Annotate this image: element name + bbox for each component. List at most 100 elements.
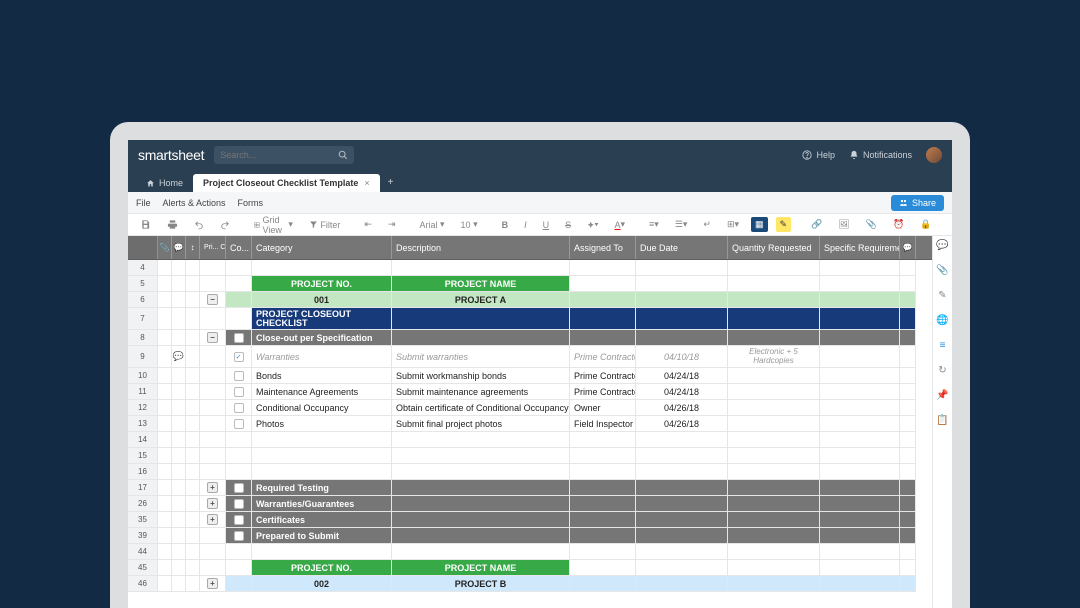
- project-name-value[interactable]: PROJECT A: [392, 292, 570, 308]
- cell-category[interactable]: Photos: [252, 416, 392, 432]
- rail-update-icon[interactable]: ↻: [938, 365, 946, 376]
- italic-icon[interactable]: I: [520, 218, 531, 232]
- cell-desc[interactable]: Submit maintenance agreements: [392, 384, 570, 400]
- project-no-value[interactable]: 001: [252, 292, 392, 308]
- checkbox[interactable]: [234, 515, 244, 525]
- rownum[interactable]: 10: [128, 368, 158, 384]
- checkbox[interactable]: [234, 403, 244, 413]
- rail-comment-icon[interactable]: 💬: [936, 240, 948, 251]
- table-row[interactable]: 39 Prepared to Submit: [128, 528, 932, 544]
- cell-assn[interactable]: Prime Contractor: [570, 346, 636, 368]
- tab-home[interactable]: Home: [136, 174, 193, 192]
- rownum[interactable]: 12: [128, 400, 158, 416]
- cell-desc[interactable]: Submit final project photos: [392, 416, 570, 432]
- checkbox[interactable]: ✓: [234, 352, 244, 362]
- rownum[interactable]: 7: [128, 308, 158, 330]
- help-link[interactable]: Help: [802, 150, 835, 160]
- image-icon[interactable]: 🖼: [834, 217, 853, 232]
- cell-due[interactable]: 04/10/18: [636, 346, 728, 368]
- project-name-value[interactable]: PROJECT B: [392, 576, 570, 592]
- cell-category[interactable]: Warranties: [252, 346, 392, 368]
- table-row[interactable]: 16: [128, 464, 932, 480]
- filter-button[interactable]: Filter: [305, 218, 345, 232]
- header-description[interactable]: Description: [392, 236, 570, 259]
- tab-active[interactable]: Project Closeout Checklist Template ×: [193, 174, 380, 192]
- checkbox[interactable]: [234, 371, 244, 381]
- bgcolor-icon[interactable]: 🟆▾: [583, 216, 602, 234]
- checkbox[interactable]: [234, 419, 244, 429]
- underline-icon[interactable]: U: [539, 218, 554, 232]
- rownum[interactable]: 46: [128, 576, 158, 592]
- attach-icon[interactable]: 📎: [862, 217, 881, 232]
- table-row[interactable]: 26 + Warranties/Guarantees: [128, 496, 932, 512]
- table-row[interactable]: 7 PROJECT CLOSEOUT CHECKLIST: [128, 308, 932, 330]
- search-icon[interactable]: [338, 150, 348, 160]
- outdent-icon[interactable]: ⇤: [360, 217, 376, 232]
- header-comment-icon[interactable]: 💬: [172, 236, 186, 259]
- cell-due[interactable]: 04/24/18: [636, 384, 728, 400]
- lock-icon[interactable]: 🔒: [916, 217, 935, 232]
- checkbox[interactable]: [234, 333, 244, 343]
- rownum[interactable]: 35: [128, 512, 158, 528]
- expand-icon[interactable]: +: [207, 482, 218, 493]
- checkbox[interactable]: [234, 499, 244, 509]
- rail-reminder-icon[interactable]: 📌: [936, 390, 948, 401]
- rownum[interactable]: 17: [128, 480, 158, 496]
- header-pri[interactable]: Pri... Col...: [200, 236, 226, 259]
- cell-due[interactable]: 04/26/18: [636, 416, 728, 432]
- header-attach-icon[interactable]: 📎: [158, 236, 172, 259]
- print-icon[interactable]: [163, 217, 182, 232]
- rownum[interactable]: 16: [128, 464, 158, 480]
- menu-forms[interactable]: Forms: [238, 198, 264, 208]
- cell-assn[interactable]: Prime Contractor: [570, 384, 636, 400]
- rail-proof-icon[interactable]: ✎: [938, 290, 946, 301]
- textcolor-icon[interactable]: A▾: [610, 217, 629, 232]
- menu-alerts[interactable]: Alerts & Actions: [163, 198, 226, 208]
- rownum[interactable]: 15: [128, 448, 158, 464]
- table-row[interactable]: 45 PROJECT NO. PROJECT NAME: [128, 560, 932, 576]
- header-assigned[interactable]: Assigned To: [570, 236, 636, 259]
- collapse-icon[interactable]: −: [207, 294, 218, 305]
- cell-assn[interactable]: Field Inspector: [570, 416, 636, 432]
- sum-icon[interactable]: Σ▾: [951, 217, 952, 232]
- rail-form-icon[interactable]: 📋: [936, 415, 948, 426]
- cell-due[interactable]: 04/24/18: [636, 368, 728, 384]
- rownum[interactable]: 6: [128, 292, 158, 308]
- avatar[interactable]: [926, 147, 942, 163]
- cell-assn[interactable]: Prime Contractor: [570, 368, 636, 384]
- rownum[interactable]: 8: [128, 330, 158, 346]
- align-icon[interactable]: ≡▾: [645, 217, 663, 232]
- tab-close-icon[interactable]: ×: [364, 178, 369, 188]
- bold-icon[interactable]: B: [498, 218, 513, 232]
- checkbox[interactable]: [234, 387, 244, 397]
- rail-publish-icon[interactable]: 🌐: [936, 315, 948, 326]
- reminder-icon[interactable]: ⏰: [889, 217, 908, 232]
- table-row[interactable]: 11 Maintenance Agreements Submit mainten…: [128, 384, 932, 400]
- header-expand-icon[interactable]: ↕: [186, 236, 200, 259]
- strike-icon[interactable]: S: [561, 218, 575, 232]
- rownum[interactable]: 39: [128, 528, 158, 544]
- menu-file[interactable]: File: [136, 198, 151, 208]
- gridview-button[interactable]: Grid View ▾: [250, 213, 297, 237]
- cell-desc[interactable]: Submit workmanship bonds: [392, 368, 570, 384]
- rownum[interactable]: 26: [128, 496, 158, 512]
- table-row[interactable]: 6 − 001 PROJECT A: [128, 292, 932, 308]
- notifications-link[interactable]: Notifications: [849, 150, 912, 160]
- collapse-icon[interactable]: −: [207, 332, 218, 343]
- rownum[interactable]: 45: [128, 560, 158, 576]
- valign-icon[interactable]: ☰▾: [671, 217, 692, 232]
- header-due[interactable]: Due Date: [636, 236, 728, 259]
- table-row[interactable]: 13 Photos Submit final project photos Fi…: [128, 416, 932, 432]
- checkbox[interactable]: [234, 531, 244, 541]
- cell-category[interactable]: Conditional Occupancy: [252, 400, 392, 416]
- format-icon[interactable]: ⊞▾: [723, 217, 743, 232]
- table-row[interactable]: 14: [128, 432, 932, 448]
- table-row[interactable]: 15: [128, 448, 932, 464]
- cell-desc[interactable]: Submit warranties: [392, 346, 570, 368]
- header-end-icon[interactable]: 💬: [900, 236, 916, 259]
- wrap-icon[interactable]: ↵: [699, 217, 715, 232]
- checkbox[interactable]: [234, 483, 244, 493]
- table-row[interactable]: 44: [128, 544, 932, 560]
- cell-assn[interactable]: Owner: [570, 400, 636, 416]
- rownum[interactable]: 14: [128, 432, 158, 448]
